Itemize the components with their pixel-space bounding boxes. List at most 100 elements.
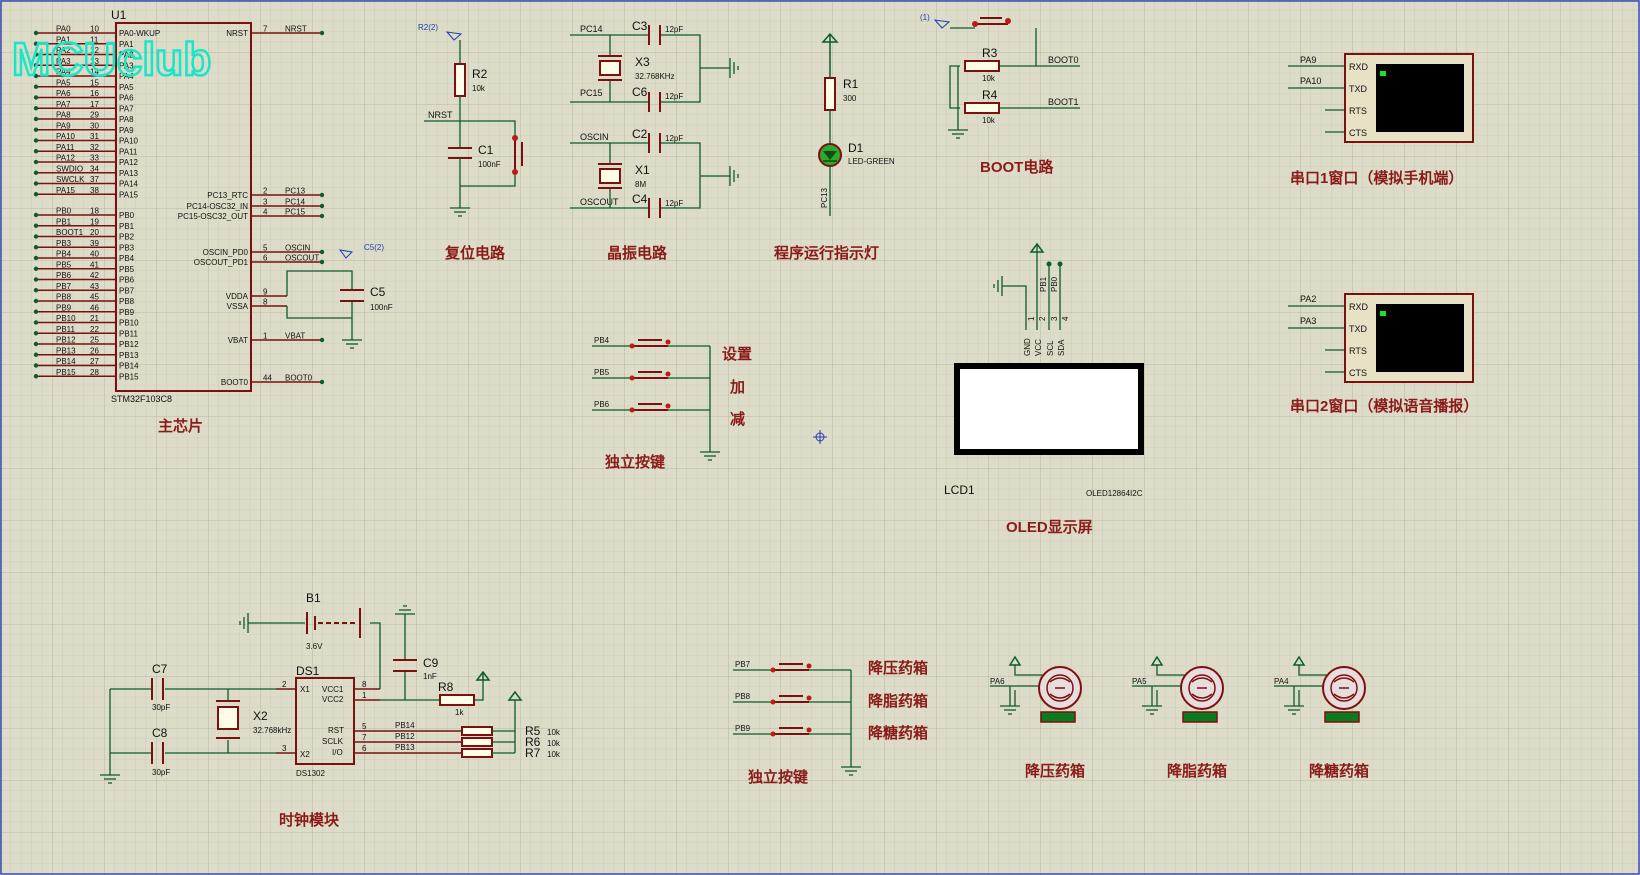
schematic-canvas[interactable]: U1 PA0 10 PA0-WKUPPA1 11 PA1PA2 12 PA2PA3 13 PA3… xyxy=(0,0,1640,875)
led-title: 程序运行指示灯 xyxy=(774,244,879,262)
mcu-right-pin-num: 1 xyxy=(263,332,268,341)
mcu-left-pin-terminal[interactable] xyxy=(33,298,39,304)
mcu-left-pin-terminal[interactable] xyxy=(33,374,39,379)
mcu-left-pin-name: PA13 xyxy=(119,169,139,178)
mcu-left-pin-name: PA8 xyxy=(119,115,134,124)
xtal-net-pc15: PC15 xyxy=(580,88,603,98)
x1-ref: X1 xyxy=(635,163,650,177)
oled-pin-num-1: 1 xyxy=(1027,316,1036,321)
r1-body xyxy=(824,77,836,111)
mcu-left-pin-terminal[interactable] xyxy=(33,320,39,325)
mcu-left-net: PB1 xyxy=(56,217,72,226)
mcu-left-pin-terminal[interactable] xyxy=(33,341,39,347)
mcu-left-pin-terminal[interactable] xyxy=(33,234,39,239)
mcu-left-pin-terminal[interactable] xyxy=(33,149,39,154)
x3-value: 32.768KHz xyxy=(635,72,675,81)
mcu-left-pin-terminal[interactable] xyxy=(33,192,39,197)
r3-body xyxy=(964,60,1000,72)
mcu-right-pin-num: 2 xyxy=(263,187,268,196)
mcu-right-pin-terminal[interactable] xyxy=(319,259,325,265)
uart1-title: 串口1窗口（模拟手机端） xyxy=(1290,169,1463,187)
mcu-left-pin-terminal[interactable] xyxy=(33,95,39,100)
mcu-right-pin-terminal[interactable] xyxy=(319,249,325,255)
mcu-left-pin-terminal[interactable] xyxy=(33,309,39,314)
ds1-pin-x2: X2 xyxy=(300,750,310,759)
mcu-right-pin-terminal[interactable] xyxy=(319,203,325,209)
c6-value: 12pF xyxy=(665,92,683,101)
mcu-left-pin-terminal[interactable] xyxy=(33,245,39,250)
x2-value: 32.768kHz xyxy=(253,726,291,735)
boot0-net: BOOT0 xyxy=(1048,55,1079,65)
mcu-left-net: PA7 xyxy=(56,100,71,109)
mcu-left-pin-terminal[interactable] xyxy=(33,288,39,293)
motor-net: PA4 xyxy=(1274,677,1289,686)
r3-value: 10k xyxy=(982,74,996,83)
clock-title: 时钟模块 xyxy=(279,811,340,829)
oled-ref: LCD1 xyxy=(944,483,975,497)
mcu-left-pin-terminal[interactable] xyxy=(33,223,39,228)
keys2-title: 独立按键 xyxy=(748,768,808,786)
mcu-left-net: PB7 xyxy=(56,282,72,291)
motor-title: 降压药箱 xyxy=(1025,762,1085,780)
c9-ref: C9 xyxy=(423,656,439,670)
mcu-left-net: PB5 xyxy=(56,260,72,269)
mcu-left-pin-terminal[interactable] xyxy=(33,170,39,175)
mcu-left-pin-terminal[interactable] xyxy=(33,331,39,336)
mcu-left-pin-terminal[interactable] xyxy=(33,106,39,111)
mcu-right-pin-name: BOOT0 xyxy=(221,378,249,387)
mcu-left-pin-terminal[interactable] xyxy=(33,255,39,261)
c4-ref: C4 xyxy=(632,192,648,206)
r8-ref: R8 xyxy=(438,680,454,694)
mcu-left-pin-terminal[interactable] xyxy=(33,363,39,368)
mcu-left-pin-terminal[interactable] xyxy=(33,181,39,186)
mcu-left-pin-name: PB11 xyxy=(119,329,139,338)
mcu-right-pin-terminal[interactable] xyxy=(319,30,325,36)
mcu-part: STM32F103C8 xyxy=(111,394,172,404)
r6-value: 10k xyxy=(547,739,561,748)
mcu-left-pin-terminal[interactable] xyxy=(33,138,39,143)
uart2-title: 串口2窗口（模拟语音播报） xyxy=(1290,397,1478,415)
mcu-left-pin-name: PA12 xyxy=(119,158,139,167)
keys1-label-1: 加 xyxy=(729,379,745,396)
mcu-right-pin-terminal[interactable] xyxy=(319,192,325,198)
r8-value: 1k xyxy=(455,708,464,717)
ds1-part: DS1302 xyxy=(296,769,325,778)
mcu-left-net: BOOT1 xyxy=(56,228,84,237)
mcu-left-pin-terminal[interactable] xyxy=(33,84,39,89)
mcu-left-pin-terminal[interactable] xyxy=(33,277,39,282)
mcu-left-pin-terminal[interactable] xyxy=(33,266,39,271)
mcu-left-net: PB0 xyxy=(56,207,72,216)
oled-pin-num-3: 3 xyxy=(1050,316,1059,321)
oled-pin-gnd: GND xyxy=(1023,338,1032,356)
c6-ref: C6 xyxy=(632,85,648,99)
uart2-pin-txd: TXD xyxy=(1349,324,1368,334)
button-net-label: PB6 xyxy=(594,400,610,409)
mcu-left-net: PB15 xyxy=(56,368,76,377)
r5-value: 10k xyxy=(547,728,561,737)
mcu-left-pin-terminal[interactable] xyxy=(33,352,39,357)
mcu-left-pin-num: 16 xyxy=(90,89,99,98)
mcu-right-pin-terminal[interactable] xyxy=(319,213,325,219)
mcu-left-pin-terminal[interactable] xyxy=(33,212,39,218)
mcu-left-pin-terminal[interactable] xyxy=(33,127,39,132)
keys2-label-2: 降糖药箱 xyxy=(868,724,928,742)
mcu-right-pin-terminal[interactable] xyxy=(319,379,325,385)
mcu-left-pin-terminal[interactable] xyxy=(33,116,39,122)
mcu-left-net: PA15 xyxy=(56,186,76,195)
mcu-left-pin-num: 32 xyxy=(90,143,99,152)
mcu-left-net: PB14 xyxy=(56,357,76,366)
mcu-right-pin-name: VSSA xyxy=(227,302,249,311)
c2-value: 12pF xyxy=(665,134,683,143)
mcu-left-net: PA9 xyxy=(56,121,71,130)
mcu-right-pin-num: 3 xyxy=(263,198,268,207)
c5-ref: C5 xyxy=(370,285,386,299)
mcu-left-pin-num: 25 xyxy=(90,336,99,345)
uart2-net-pa2: PA2 xyxy=(1300,294,1316,304)
oled-title: OLED显示屏 xyxy=(1006,519,1093,536)
mcu-left-pin-terminal[interactable] xyxy=(33,159,39,165)
mcu-right-pin-terminal[interactable] xyxy=(319,337,325,343)
mcu-left-net: PB6 xyxy=(56,271,72,280)
ds1-ref: DS1 xyxy=(296,664,320,678)
r6-body xyxy=(461,737,493,747)
uart1-pin-cts: CTS xyxy=(1349,128,1367,138)
